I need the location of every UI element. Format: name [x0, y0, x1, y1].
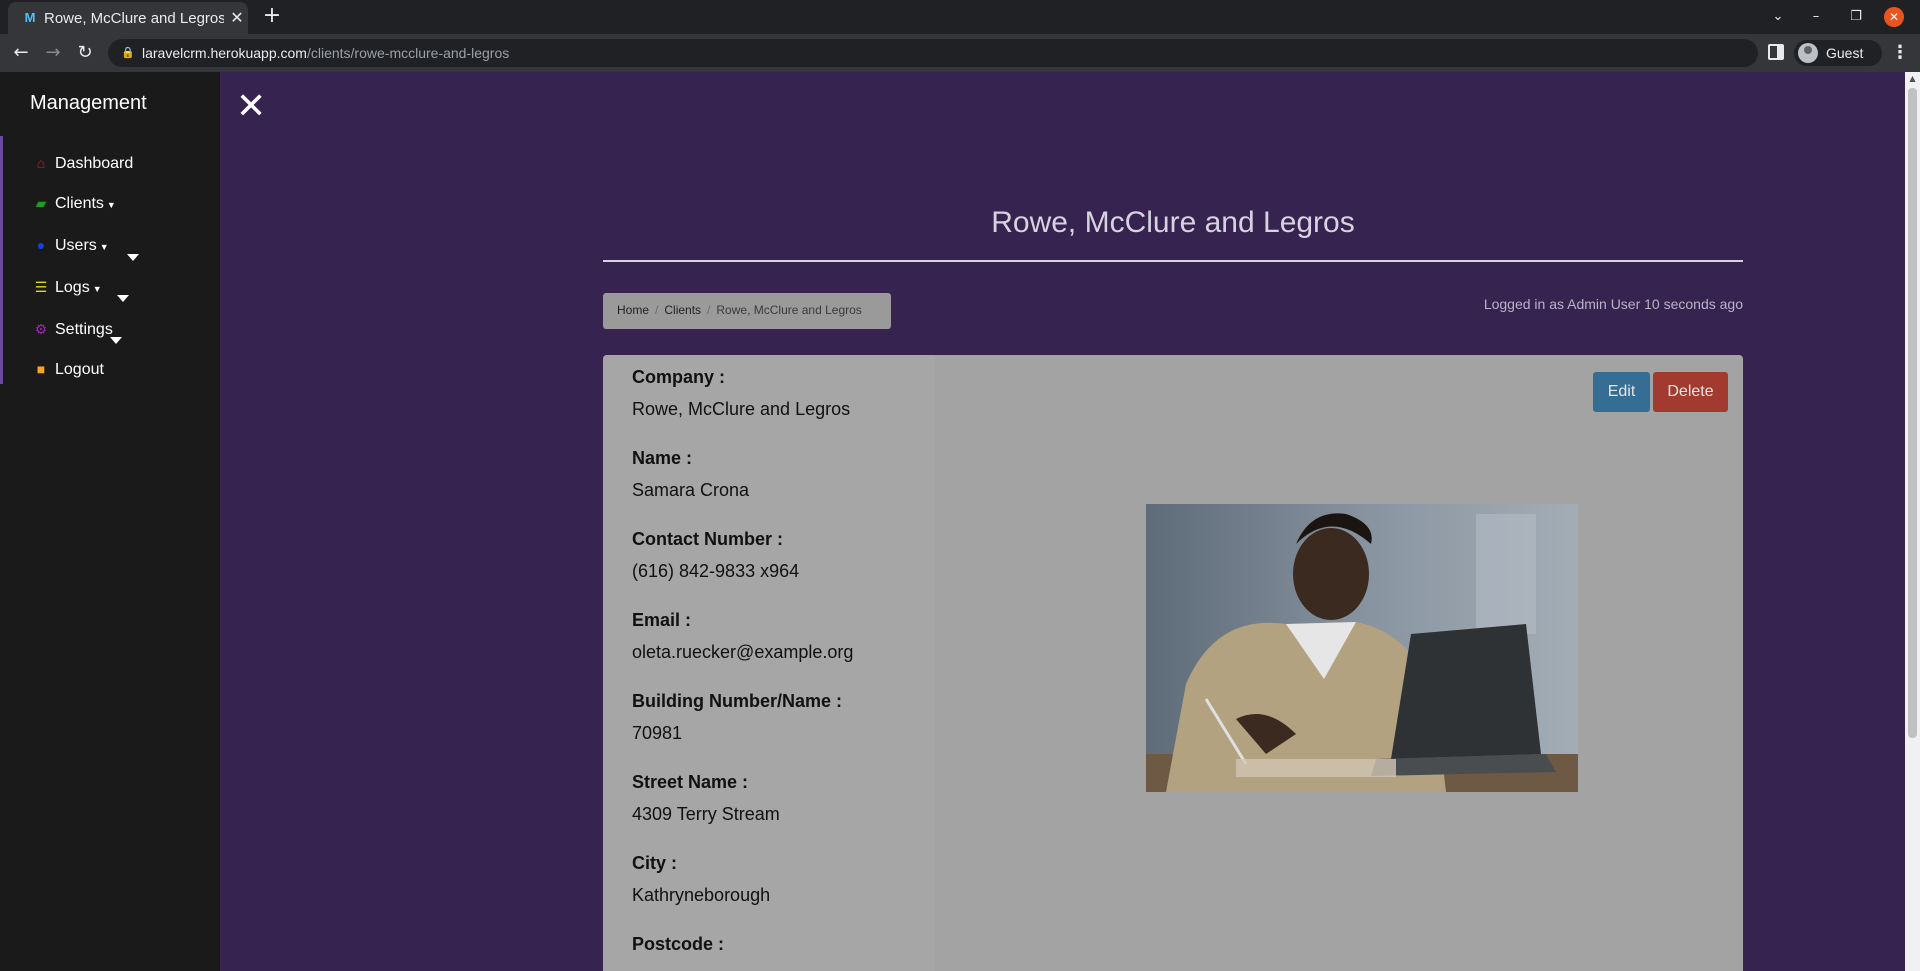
- tasks-icon: ☰: [34, 279, 48, 295]
- sidebar-nav: ⌂ Dashboard ▰ Clients ▼ ● Users ▼ ☰ Logs ▼ ⚙ Set…: [0, 136, 220, 384]
- client-card: Company : Rowe, McClure and Legros Name …: [603, 355, 1743, 971]
- sidebar-item-users[interactable]: ● Users ▼: [33, 237, 109, 263]
- breadcrumb-separator: /: [655, 303, 659, 317]
- client-photo: [1146, 504, 1578, 792]
- briefcase-icon: ▰: [35, 195, 47, 211]
- side-panel-icon[interactable]: [1768, 44, 1784, 60]
- page-viewport: Management ⌂ Dashboard ▰ Clients ▼ ● Users ▼ …: [0, 72, 1920, 971]
- page-scrollbar[interactable]: ▲: [1905, 72, 1920, 971]
- browser-tab[interactable]: M Rowe, McClure and Legros ✕: [8, 2, 248, 34]
- field-company: Company : Rowe, McClure and Legros: [632, 367, 851, 419]
- scrollbar-thumb[interactable]: [1908, 88, 1917, 738]
- breadcrumb-clients[interactable]: Clients: [664, 303, 701, 317]
- field-name: Name : Samara Crona: [632, 448, 750, 500]
- cogs-icon: ⚙: [34, 321, 48, 337]
- sidebar-item-logout[interactable]: ■ Logout: [33, 361, 104, 387]
- field-city: City : Kathryneborough: [632, 853, 771, 905]
- reload-icon[interactable]: ↻: [73, 41, 97, 65]
- delete-button[interactable]: Delete: [1653, 372, 1728, 412]
- new-tab-button[interactable]: +: [260, 4, 284, 28]
- scroll-up-icon[interactable]: ▲: [1905, 72, 1920, 86]
- tab-search-icon[interactable]: ⌄: [1766, 6, 1790, 28]
- window-close-icon[interactable]: ✕: [1884, 7, 1904, 27]
- sidebar: Management ⌂ Dashboard ▰ Clients ▼ ● Users ▼ …: [0, 72, 220, 971]
- minimize-icon[interactable]: –: [1804, 6, 1828, 28]
- field-postcode: Postcode :: [632, 934, 725, 954]
- tab-title: Rowe, McClure and Legros: [44, 10, 224, 27]
- page-title: Rowe, McClure and Legros: [991, 206, 1355, 239]
- profile-button[interactable]: Guest: [1794, 40, 1882, 66]
- sidebar-item-dashboard[interactable]: ⌂ Dashboard: [33, 155, 134, 181]
- url-text[interactable]: laravelcrm.herokuapp.com/clients/rowe-mc…: [142, 45, 509, 61]
- sidebar-item-settings[interactable]: ⚙ Settings: [33, 321, 113, 347]
- tab-close-icon[interactable]: ✕: [228, 8, 246, 28]
- breadcrumb-current: Rowe, McClure and Legros: [716, 303, 862, 317]
- caret-down-icon: ▼: [106, 200, 116, 210]
- caret-down-icon: ▼: [92, 284, 102, 294]
- logged-in-status: Logged in as Admin User 10 seconds ago: [1483, 296, 1743, 312]
- clients-dropdown-toggle[interactable]: [127, 254, 139, 261]
- lock-icon[interactable]: 🔒: [120, 45, 136, 61]
- users-dropdown-toggle[interactable]: [117, 295, 129, 302]
- folder-icon: ■: [36, 361, 46, 377]
- field-building: Building Number/Name : 70981: [632, 691, 843, 743]
- breadcrumb-separator: /: [707, 303, 711, 317]
- sidebar-brand: Management: [30, 92, 147, 114]
- logs-dropdown-toggle[interactable]: [110, 337, 122, 344]
- sidebar-item-clients[interactable]: ▰ Clients ▼: [33, 195, 116, 221]
- caret-down-icon: ▼: [99, 242, 109, 252]
- field-contact-number: Contact Number : (616) 842-9833 x964: [632, 529, 800, 581]
- avatar-icon: [1798, 43, 1818, 63]
- edit-button[interactable]: Edit: [1593, 372, 1650, 412]
- client-details-panel: Company : Rowe, McClure and Legros Name …: [603, 355, 935, 971]
- field-email: Email : oleta.ruecker@example.org: [632, 610, 854, 662]
- address-bar[interactable]: 🔒 laravelcrm.herokuapp.com/clients/rowe-…: [108, 39, 1758, 67]
- home-icon: ⌂: [36, 155, 46, 171]
- favicon-icon: M: [24, 10, 36, 25]
- title-divider: [603, 260, 1743, 262]
- browser-menu-icon[interactable]: ⋮: [1890, 41, 1910, 65]
- users-icon: ●: [36, 237, 46, 253]
- restore-icon[interactable]: ❐: [1844, 6, 1868, 28]
- profile-label: Guest: [1826, 45, 1864, 61]
- close-sidebar-icon[interactable]: ✕: [236, 89, 266, 125]
- forward-icon[interactable]: →: [41, 41, 65, 65]
- field-street: Street Name : 4309 Terry Stream: [632, 772, 780, 824]
- back-icon[interactable]: ←: [9, 41, 33, 65]
- breadcrumb: Home / Clients / Rowe, McClure and Legros: [603, 293, 891, 329]
- sidebar-item-logs[interactable]: ☰ Logs ▼: [33, 279, 102, 305]
- browser-toolbar: ← → ↻ 🔒 laravelcrm.herokuapp.com/clients…: [0, 34, 1920, 72]
- browser-tabstrip: M Rowe, McClure and Legros ✕ + ⌄ – ❐ ✕: [0, 0, 1920, 34]
- breadcrumb-home[interactable]: Home: [617, 303, 649, 317]
